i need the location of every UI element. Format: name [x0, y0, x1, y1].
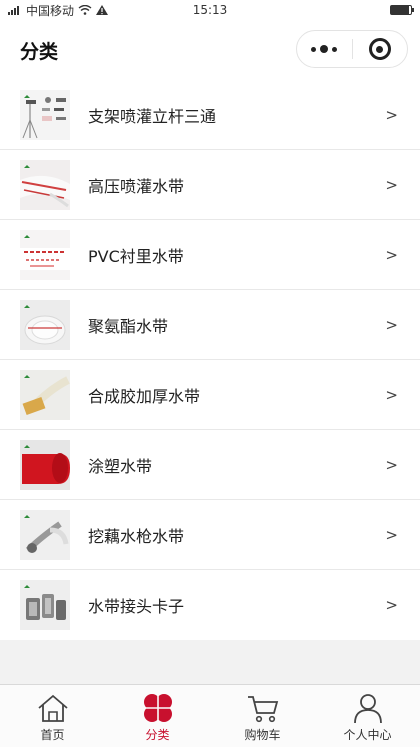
category-thumbnail [20, 439, 70, 490]
tab-home[interactable]: 首页 [0, 685, 105, 747]
chevron-right-icon: > [385, 525, 398, 544]
cart-icon [245, 692, 281, 724]
category-thumbnail [20, 229, 70, 280]
category-label: 聚氨酯水带 [88, 316, 169, 336]
tab-profile[interactable]: 个人中心 [315, 685, 420, 747]
nav-bar: 分类 [0, 20, 420, 80]
category-label: 高压喷灌水带 [88, 176, 185, 196]
category-item-3[interactable]: PVC衬里水带 > [0, 220, 420, 290]
tab-cart[interactable]: 购物车 [210, 685, 315, 747]
home-icon [35, 692, 71, 724]
category-item-4[interactable]: 聚氨酯水带 > [0, 290, 420, 360]
user-icon [350, 692, 386, 724]
category-label: 水带接头卡子 [88, 597, 185, 616]
category-thumbnail [20, 580, 70, 630]
close-miniprogram-button[interactable] [353, 31, 408, 67]
category-thumbnail [20, 299, 70, 350]
category-label: 支架喷灌立杆三通 [88, 106, 217, 126]
target-icon [368, 38, 391, 60]
status-bar: 中国移动 15:13 [0, 0, 420, 20]
tab-label: 个人中心 [343, 727, 392, 742]
chevron-right-icon: > [385, 315, 398, 334]
category-thumbnail [20, 159, 70, 210]
category-label: PVC衬里水带 [88, 246, 184, 266]
category-thumbnail [20, 89, 70, 140]
category-label: 合成胶加厚水带 [88, 386, 201, 406]
bottom-tab-bar: 首页 分类 购物车 个人中心 [0, 684, 420, 747]
category-item-8[interactable]: 水带接头卡子 > [0, 570, 420, 640]
tab-label: 分类 [145, 727, 170, 742]
category-icon [140, 692, 176, 724]
category-item-5[interactable]: 合成胶加厚水带 > [0, 360, 420, 430]
category-item-7[interactable]: 挖藕水枪水带 > [0, 500, 420, 570]
tab-category[interactable]: 分类 [105, 685, 210, 747]
battery-level [391, 6, 409, 14]
category-label: 挖藕水枪水带 [88, 526, 185, 546]
category-item-2[interactable]: 高压喷灌水带 > [0, 150, 420, 220]
chevron-right-icon: > [385, 175, 398, 194]
page-title: 分类 [20, 40, 59, 63]
tab-label: 首页 [40, 727, 65, 742]
chevron-right-icon: > [385, 596, 398, 614]
tab-label: 购物车 [244, 727, 281, 742]
battery-icon [390, 5, 414, 15]
status-time: 15:13 [192, 3, 228, 17]
category-thumbnail [20, 509, 70, 560]
category-label: 涂塑水带 [88, 456, 153, 476]
chevron-right-icon: > [385, 455, 398, 474]
chevron-right-icon: > [385, 105, 398, 124]
category-thumbnail [20, 369, 70, 420]
category-item-6[interactable]: 涂塑水带 > [0, 430, 420, 500]
status-right [390, 5, 414, 15]
miniprogram-capsule [296, 30, 408, 68]
category-list: 支架喷灌立杆三通 > 高压喷灌水带 > PVC衬里水带 > 聚氨酯水带 > 合成… [0, 80, 420, 640]
more-dots-icon [311, 45, 338, 53]
more-button[interactable] [297, 31, 352, 67]
chevron-right-icon: > [385, 385, 398, 404]
chevron-right-icon: > [385, 245, 398, 264]
category-item-1[interactable]: 支架喷灌立杆三通 > [0, 80, 420, 150]
